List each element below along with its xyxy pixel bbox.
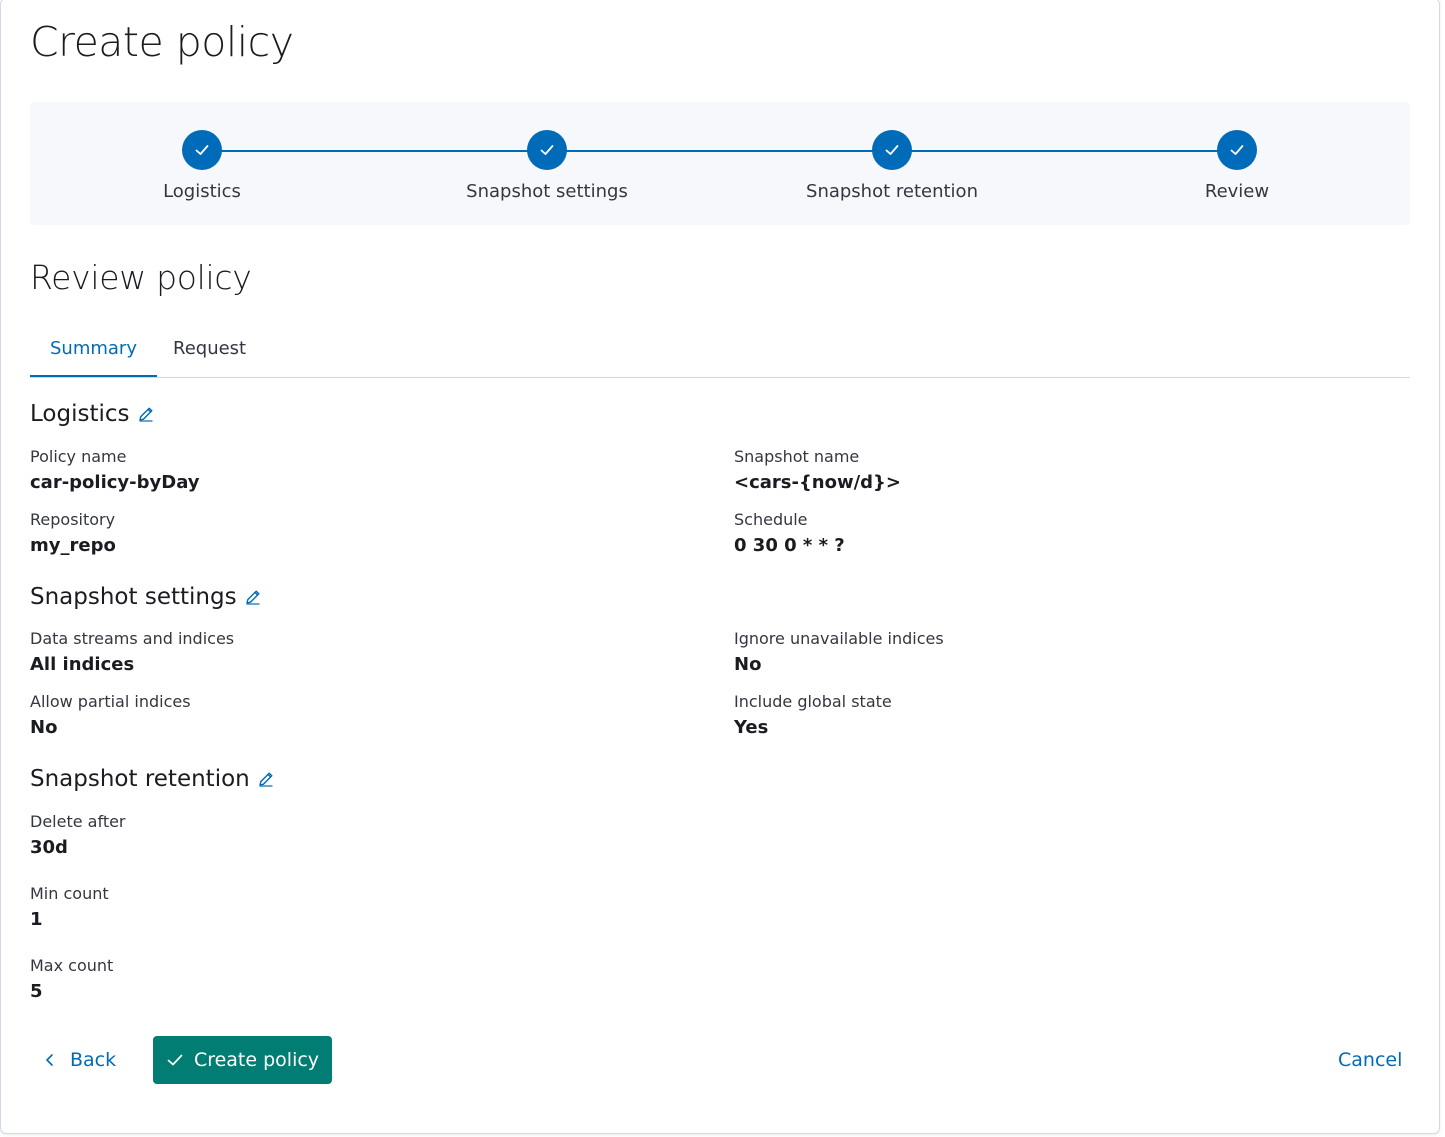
global-state-value: Yes <box>734 717 769 738</box>
tab-summary[interactable]: Summary <box>30 322 157 377</box>
steps-progress: Logistics Snapshot settings Snapshot ret… <box>30 102 1410 225</box>
step-complete-circle <box>527 130 567 170</box>
step-snapshot-retention[interactable]: Snapshot retention <box>772 130 1012 202</box>
chevron-left-icon <box>46 1054 53 1066</box>
pencil-icon[interactable] <box>244 588 262 606</box>
min-count-value: 1 <box>30 909 43 930</box>
indices-label: Data streams and indices <box>30 629 235 648</box>
check-icon <box>885 145 899 155</box>
back-button-label: Back <box>70 1049 117 1071</box>
step-label: Logistics <box>163 181 241 202</box>
step-logistics[interactable]: Logistics <box>82 130 322 202</box>
snapshot-retention-heading: Snapshot retention <box>30 766 275 792</box>
policy-name-label: Policy name <box>30 447 127 466</box>
step-complete-circle <box>872 130 912 170</box>
logistics-title: Logistics <box>30 401 130 427</box>
step-label: Snapshot retention <box>806 181 978 202</box>
cancel-button[interactable]: Cancel <box>1324 1036 1416 1084</box>
schedule-value: 0 30 0 * * ? <box>734 535 845 556</box>
check-icon <box>540 145 554 155</box>
delete-after-label: Delete after <box>30 812 126 831</box>
back-button[interactable]: Back <box>30 1036 130 1084</box>
ignore-unavailable-value: No <box>734 654 762 675</box>
step-review[interactable]: Review <box>1117 130 1357 202</box>
repository-value: my_repo <box>30 535 116 556</box>
cancel-button-label: Cancel <box>1338 1049 1403 1071</box>
snapshot-settings-title: Snapshot settings <box>30 584 237 610</box>
check-icon <box>1230 145 1244 155</box>
review-tabs: Summary Request <box>30 322 1410 378</box>
repository-label: Repository <box>30 510 116 529</box>
check-icon <box>167 1054 183 1066</box>
review-policy-title: Review policy <box>30 258 252 297</box>
step-label: Review <box>1204 181 1270 202</box>
step-snapshot-settings[interactable]: Snapshot settings <box>427 130 667 202</box>
step-complete-circle <box>182 130 222 170</box>
page-title: Create policy <box>30 18 294 66</box>
snapshot-name-label: Snapshot name <box>734 447 860 466</box>
snapshot-name-value: <cars-{now/d}> <box>734 472 901 493</box>
logistics-heading: Logistics <box>30 401 155 427</box>
partial-indices-value: No <box>30 717 58 738</box>
ignore-unavailable-label: Ignore unavailable indices <box>734 629 944 648</box>
snapshot-retention-title: Snapshot retention <box>30 766 250 792</box>
delete-after-value: 30d <box>30 837 68 858</box>
step-complete-circle <box>1217 130 1257 170</box>
policy-name-value: car-policy-byDay <box>30 472 200 493</box>
snapshot-settings-heading: Snapshot settings <box>30 584 262 610</box>
pencil-icon[interactable] <box>137 405 155 423</box>
global-state-label: Include global state <box>734 692 892 711</box>
tab-request[interactable]: Request <box>153 322 266 376</box>
min-count-label: Min count <box>30 884 109 903</box>
max-count-label: Max count <box>30 956 114 975</box>
step-label: Snapshot settings <box>466 181 628 202</box>
create-policy-button[interactable]: Create policy <box>153 1036 332 1084</box>
indices-value: All indices <box>30 654 135 675</box>
partial-indices-label: Allow partial indices <box>30 692 191 711</box>
schedule-label: Schedule <box>734 510 808 529</box>
max-count-value: 5 <box>30 981 43 1002</box>
create-policy-button-label: Create policy <box>193 1049 320 1071</box>
pencil-icon[interactable] <box>257 770 275 788</box>
check-icon <box>195 145 209 155</box>
